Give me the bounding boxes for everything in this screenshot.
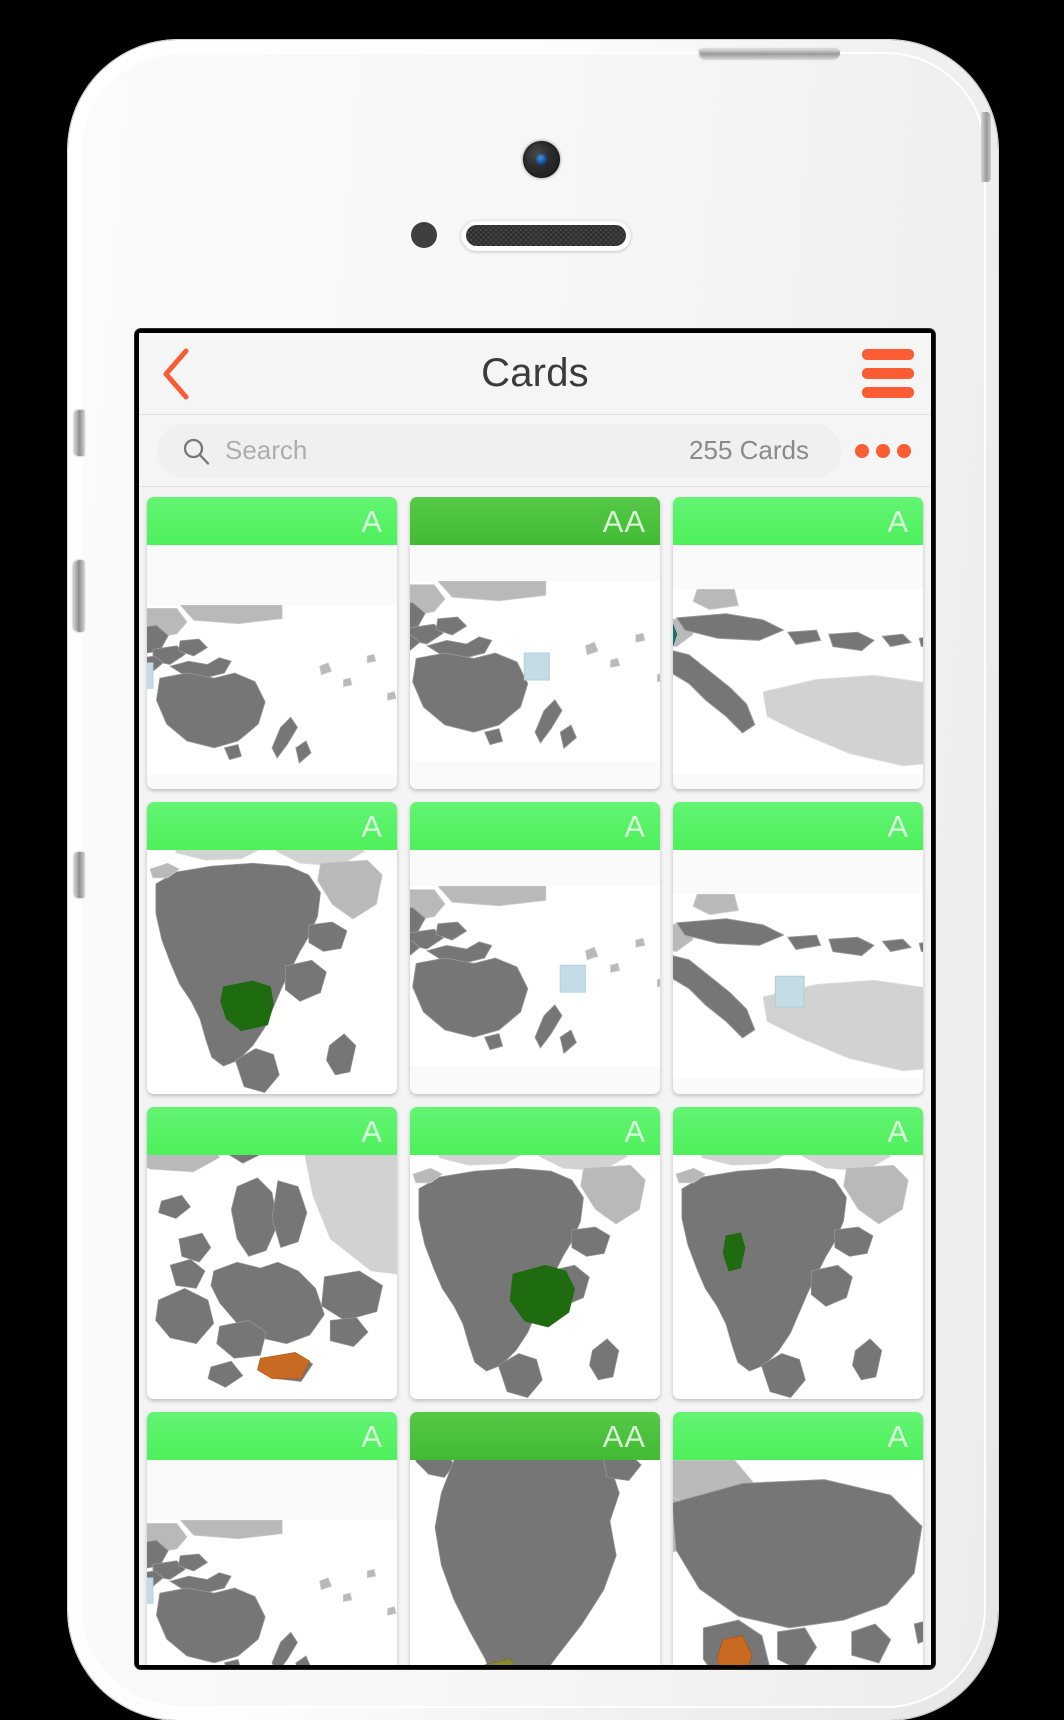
card-grade-badge: AA	[602, 1418, 646, 1454]
search-bar-row: 255 Cards	[139, 415, 931, 487]
page-title: Cards	[481, 351, 589, 395]
card-item[interactable]: A	[673, 1107, 923, 1399]
card-map	[673, 1460, 923, 1665]
card-body	[147, 850, 397, 1094]
card-body	[410, 850, 660, 1094]
speaker-mesh	[466, 225, 626, 246]
card-header: A	[147, 497, 397, 545]
card-grid: A AA A A A A A A A A AA A	[139, 487, 931, 1665]
camera-icon	[523, 141, 560, 178]
card-grade-badge: A	[887, 808, 909, 844]
card-header: A	[147, 1107, 397, 1155]
chevron-left-icon	[161, 348, 191, 400]
proximity-sensor-icon	[411, 222, 437, 248]
card-body	[410, 545, 660, 789]
card-item[interactable]: A	[147, 1412, 397, 1665]
back-button[interactable]	[139, 333, 213, 414]
card-header: A	[410, 1107, 660, 1155]
card-header: AA	[410, 497, 660, 545]
menu-bar-3	[862, 387, 914, 398]
menu-bar-2	[862, 368, 914, 379]
app-viewport: Cards Search 255 Cards A AA A A A A A A …	[139, 333, 931, 1665]
card-body	[147, 1155, 397, 1399]
card-body	[410, 1460, 660, 1665]
card-body	[673, 1155, 923, 1399]
phone-device: Cards Search 255 Cards A AA A A A A A A …	[68, 40, 998, 1720]
sim-tray	[981, 112, 991, 182]
earpiece-speaker-icon	[461, 220, 631, 251]
map-highlight	[523, 652, 550, 681]
card-item[interactable]: AA	[410, 1412, 660, 1665]
card-grade-badge: AA	[602, 503, 646, 539]
map-highlight	[257, 1352, 311, 1379]
card-body	[410, 1155, 660, 1399]
card-grade-badge: A	[361, 503, 383, 539]
menu-bar-1	[862, 349, 914, 360]
search-field-container[interactable]: 255 Cards	[157, 423, 841, 478]
map-highlight	[147, 662, 154, 689]
card-body	[147, 545, 397, 789]
card-item[interactable]: AA	[410, 497, 660, 789]
card-map	[410, 581, 660, 761]
map-highlight	[774, 975, 805, 1008]
card-map	[410, 1155, 660, 1399]
more-options-icon[interactable]	[841, 415, 925, 486]
card-header: A	[673, 802, 923, 850]
card-map	[673, 894, 923, 1079]
more-dot-1	[855, 443, 869, 458]
card-header: A	[410, 802, 660, 850]
card-header: A	[673, 497, 923, 545]
card-map	[673, 1155, 923, 1399]
card-grade-badge: A	[624, 1113, 646, 1149]
more-dot-2	[876, 443, 890, 458]
card-item[interactable]: A	[673, 497, 923, 789]
card-map	[147, 1520, 397, 1665]
volume-down-button[interactable]	[75, 852, 85, 898]
card-map	[147, 1155, 397, 1399]
card-grade-badge: A	[887, 1418, 909, 1454]
card-item[interactable]: A	[147, 1107, 397, 1399]
card-grade-badge: A	[624, 808, 646, 844]
card-body	[673, 1460, 923, 1665]
more-dot-3	[897, 443, 911, 458]
card-grade-badge: A	[887, 503, 909, 539]
silent-switch[interactable]	[75, 410, 85, 456]
card-header: A	[147, 802, 397, 850]
volume-up-button[interactable]	[74, 560, 85, 632]
card-map	[147, 605, 397, 775]
card-header: A	[147, 1412, 397, 1460]
hamburger-menu-icon[interactable]	[845, 333, 931, 414]
card-body	[673, 850, 923, 1094]
search-input[interactable]	[225, 435, 690, 466]
card-grade-badge: A	[361, 808, 383, 844]
power-button[interactable]	[700, 49, 840, 59]
phone-screen: Cards Search 255 Cards A AA A A A A A A …	[135, 329, 935, 1669]
card-grade-badge: A	[361, 1113, 383, 1149]
card-map	[410, 886, 660, 1066]
card-item[interactable]: A	[673, 1412, 923, 1665]
card-grade-badge: A	[887, 1113, 909, 1149]
card-count-label: 255 Cards	[689, 435, 809, 465]
card-item[interactable]: A	[673, 802, 923, 1094]
card-item[interactable]: A	[410, 1107, 660, 1399]
search-icon	[181, 436, 211, 466]
map-highlight	[147, 1577, 154, 1604]
card-item[interactable]: A	[147, 497, 397, 789]
card-header: A	[673, 1107, 923, 1155]
card-grade-badge: A	[361, 1418, 383, 1454]
card-map	[410, 1460, 660, 1665]
card-item[interactable]: A	[147, 802, 397, 1094]
map-highlight	[559, 964, 586, 993]
card-header: AA	[410, 1412, 660, 1460]
card-body	[673, 545, 923, 789]
card-item[interactable]: A	[410, 802, 660, 1094]
card-header: A	[673, 1412, 923, 1460]
card-map	[147, 850, 397, 1094]
card-map	[673, 589, 923, 774]
phone-bezel: Cards Search 255 Cards A AA A A A A A A …	[74, 49, 991, 1708]
card-body	[147, 1460, 397, 1665]
navigation-bar: Cards	[139, 333, 931, 415]
